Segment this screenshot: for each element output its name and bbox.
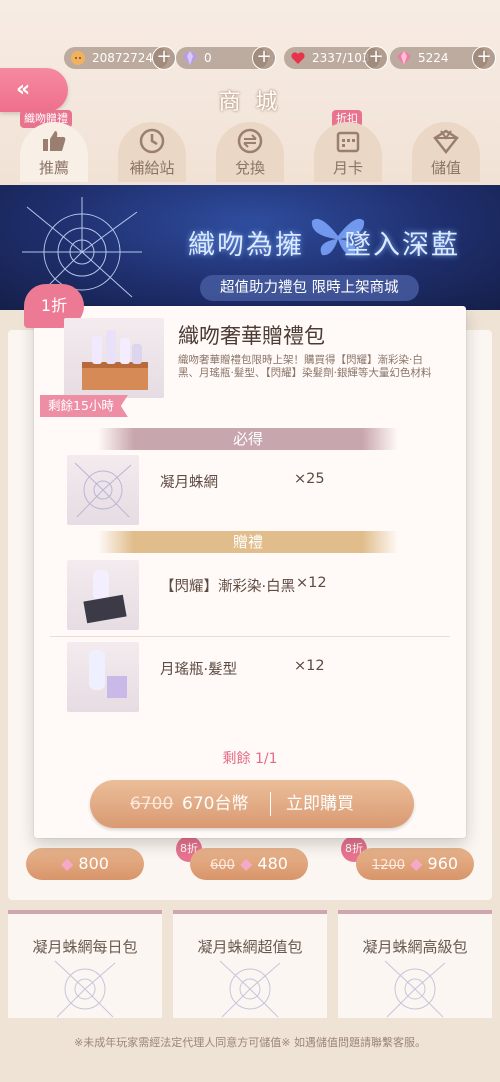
- item-image[interactable]: [67, 455, 139, 525]
- cat-coin-icon: [71, 51, 85, 65]
- tab-top-up[interactable]: 儲值: [412, 122, 480, 182]
- price-button[interactable]: ◆ 800: [26, 848, 144, 880]
- modal-title: 織吻奢華贈禮包: [178, 324, 325, 348]
- premium-pack-card[interactable]: 凝月蛛網高級包: [338, 910, 492, 1020]
- diamond-icon: [183, 51, 197, 65]
- time-remaining-tag: 剩餘15小時: [40, 395, 128, 417]
- banner-subtitle: 超值助力禮包 限時上架商城: [200, 275, 419, 301]
- buy-now-button[interactable]: 6700 670台幣 立即購買: [90, 780, 414, 828]
- gift-section-header: 贈禮: [98, 531, 398, 553]
- item-image[interactable]: [67, 642, 139, 712]
- gift-pack-image: [64, 318, 164, 398]
- guaranteed-section-header: 必得: [98, 428, 398, 450]
- item-name: 凝月蛛網: [160, 475, 218, 491]
- diamond-icon: [433, 129, 459, 154]
- clock-icon: [139, 128, 165, 154]
- divider: [270, 792, 271, 816]
- add-pink-diamond-button[interactable]: +: [472, 46, 496, 70]
- buy-now-label: 立即購買: [286, 794, 354, 814]
- tab-supply-station[interactable]: 補給站: [118, 122, 186, 182]
- heart-resource: 2337/103 +: [284, 46, 388, 70]
- item-quantity: ×12: [296, 575, 327, 591]
- banner-headline: 織吻為擁 墜入深藍: [188, 230, 460, 261]
- price-button[interactable]: 600 ◆ 480: [190, 848, 308, 880]
- tab-exchange[interactable]: 兌換: [216, 122, 284, 182]
- item-name: 月瑤瓶·髮型: [160, 662, 238, 678]
- spider-web-icon: [54, 960, 116, 1018]
- item-quantity: ×25: [294, 471, 325, 487]
- value-pack-card[interactable]: 凝月蛛網超值包: [173, 910, 327, 1020]
- add-heart-button[interactable]: +: [364, 46, 388, 70]
- coin-resource: 20872724 +: [64, 46, 176, 70]
- thumbs-up-icon: [43, 131, 66, 151]
- purchase-remaining: 剩餘 1/1: [222, 751, 278, 767]
- spider-web-icon: [74, 462, 132, 518]
- diamond-resource: 0 +: [176, 46, 276, 70]
- gift-box-icon: [82, 330, 148, 390]
- moon-bottle-icon: [89, 650, 127, 698]
- tab-monthly-card[interactable]: 月卡: [314, 122, 382, 182]
- heart-icon: [291, 52, 305, 64]
- pink-diamond-icon: [397, 51, 411, 65]
- item-name: 【閃耀】漸彩染·白黑: [160, 579, 296, 595]
- add-coin-button[interactable]: +: [152, 46, 176, 70]
- daily-pack-card[interactable]: 凝月蛛網每日包: [8, 910, 162, 1020]
- calendar-icon: [336, 131, 360, 153]
- tab-recommend[interactable]: 推薦: [20, 122, 88, 182]
- price-button[interactable]: 1200 ◆ 960: [356, 848, 474, 880]
- original-price: 6700: [130, 794, 174, 814]
- spider-web-icon: [384, 960, 446, 1018]
- add-diamond-button[interactable]: +: [252, 46, 276, 70]
- item-image[interactable]: [67, 560, 139, 630]
- modal-description: 織吻奢華贈禮包限時上架！購買得【閃耀】漸彩染·白黑、月瑤瓶·髮型、【閃耀】染髮劑…: [178, 354, 432, 379]
- pink-diamond-icon: ◆: [410, 854, 423, 873]
- dye-bottle-icon: [83, 570, 127, 624]
- exchange-icon: [237, 128, 263, 154]
- item-quantity: ×12: [294, 658, 325, 674]
- footer-notice: ※未成年玩家需經法定代理人同意方可儲值※ 如遇儲值問題請聯繫客服。: [0, 1018, 500, 1082]
- pink-diamond-icon: ◆: [61, 854, 74, 873]
- pink-diamond-resource: 5224 +: [390, 46, 496, 70]
- spider-web-icon: [219, 960, 281, 1018]
- page-title: 商 城: [218, 90, 282, 115]
- sale-price: 670台幣: [182, 794, 249, 814]
- divider: [50, 636, 450, 637]
- pink-diamond-icon: ◆: [239, 854, 253, 873]
